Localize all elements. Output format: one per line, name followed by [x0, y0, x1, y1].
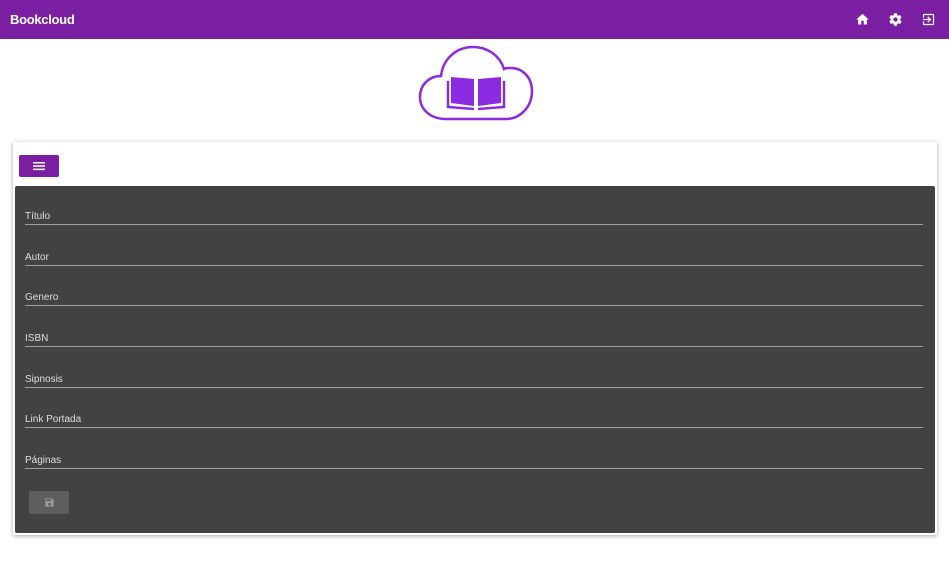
field-label: ISBN: [25, 333, 49, 344]
cloud-book-icon: [418, 45, 534, 121]
bookcloud-logo: [416, 43, 536, 123]
save-icon: [44, 498, 54, 507]
titulo-field[interactable]: Título: [25, 195, 923, 225]
autor-field[interactable]: Autor: [25, 236, 923, 266]
field-label: Sipnosis: [25, 374, 63, 385]
isbn-field[interactable]: ISBN: [25, 317, 923, 347]
book-form-card: Título Autor Genero ISBN Sipnosis Link P…: [13, 142, 937, 535]
genero-field[interactable]: Genero: [25, 276, 923, 306]
sipnosis-field[interactable]: Sipnosis: [25, 358, 923, 388]
home-icon[interactable]: [854, 12, 870, 28]
logout-icon[interactable]: [920, 12, 936, 28]
field-label: Autor: [25, 252, 49, 263]
field-label: Título: [25, 211, 51, 222]
field-label: Genero: [25, 292, 59, 303]
top-app-bar: Bookcloud: [0, 0, 949, 39]
brand-title[interactable]: Bookcloud: [10, 12, 75, 27]
gear-icon[interactable]: [887, 12, 903, 28]
book-form: Título Autor Genero ISBN Sipnosis Link P…: [15, 186, 935, 533]
save-button[interactable]: [29, 491, 69, 514]
field-label: Páginas: [25, 455, 62, 466]
menu-list-icon: [33, 162, 45, 171]
menu-button[interactable]: [19, 155, 59, 177]
paginas-field[interactable]: Páginas: [25, 439, 923, 469]
field-label: Link Portada: [25, 414, 82, 425]
top-actions: [854, 12, 936, 28]
link-portada-field[interactable]: Link Portada: [25, 398, 923, 428]
